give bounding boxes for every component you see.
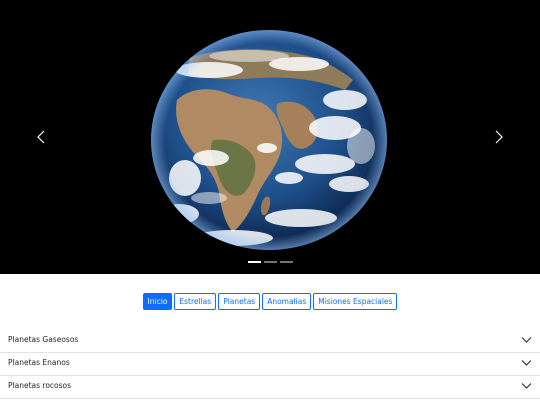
tab-planetas[interactable]: Planetas [218,293,261,310]
tab-anomalias[interactable]: Anomalias [262,293,312,310]
tab-inicio[interactable]: Inicio [142,293,173,310]
chevron-right-icon [495,130,503,144]
carousel-indicator-2[interactable] [264,261,277,263]
chevron-down-icon [521,337,532,343]
carousel-indicator-1[interactable] [248,261,261,263]
chevron-down-icon [521,383,532,389]
accordion-item-label: Planetas Enanos [8,358,70,367]
accordion-item-label: Planetas rocosos [8,381,72,390]
carousel-indicator-3[interactable] [280,261,293,263]
section-tabs: Inicio Estrellas Planetas Anomalias Misi… [0,293,540,310]
planet-accordion: Planetas Gaseosos Planetas Enanos Planet… [0,330,540,399]
image-carousel [0,0,540,274]
accordion-item-label: Planetas Gaseosos [8,335,79,344]
tab-estrellas[interactable]: Estrellas [174,293,217,310]
accordion-item-enanos[interactable]: Planetas Enanos [0,353,540,376]
carousel-indicators [248,261,293,263]
carousel-next-button[interactable] [489,126,509,148]
earth-image [151,30,387,250]
tab-misiones-espaciales[interactable]: Misiones Espaciales [313,293,398,310]
chevron-left-icon [37,130,45,144]
accordion-item-rocosos[interactable]: Planetas rocosos [0,376,540,399]
chevron-down-icon [521,360,532,366]
carousel-prev-button[interactable] [31,126,51,148]
accordion-item-gaseosos[interactable]: Planetas Gaseosos [0,330,540,353]
